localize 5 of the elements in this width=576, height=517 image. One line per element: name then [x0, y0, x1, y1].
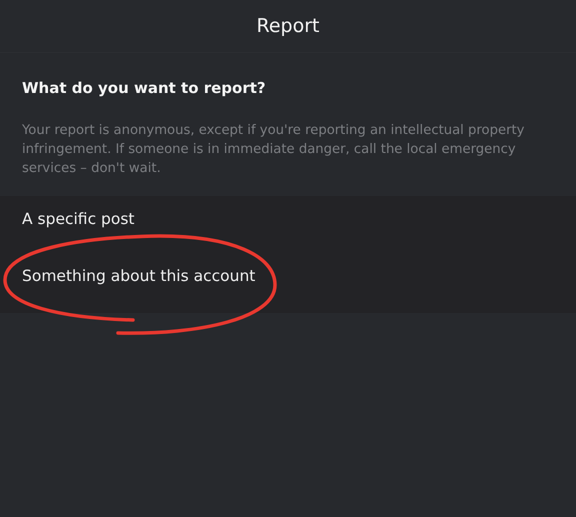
- window-title: Report: [256, 15, 320, 37]
- report-option[interactable]: Something about this account: [0, 259, 576, 299]
- report-option[interactable]: A specific post: [0, 202, 576, 242]
- prompt-heading: What do you want to report?: [22, 79, 267, 97]
- prompt-note: Your report is anonymous, except if you're reporting an intellectual property infringement. If someone is in immediate danger, call the local emergency services – don't wait.: [22, 122, 526, 178]
